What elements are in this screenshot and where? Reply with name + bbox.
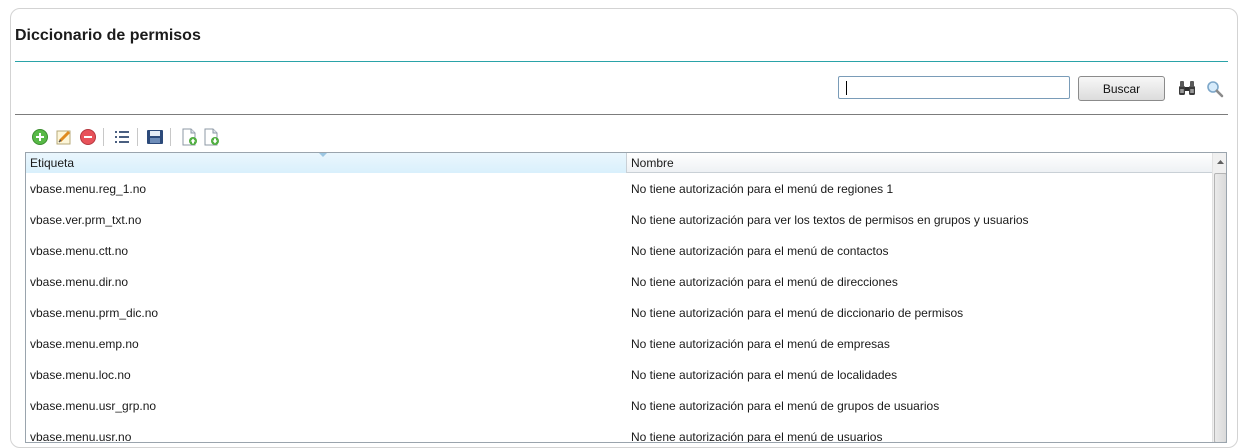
cell-nombre: No tiene autorización para el menú de re…	[631, 182, 894, 196]
cell-nombre: No tiene autorización para el menú de di…	[631, 306, 964, 320]
table-row[interactable]: vbase.menu.dir.no No tiene autorización p…	[26, 267, 1212, 298]
table-header: Etiqueta Nombre	[26, 153, 1212, 173]
table-row[interactable]: vbase.menu.ctt.no No tiene autorización p…	[26, 236, 1212, 267]
table-row[interactable]: vbase.menu.prm_dic.no No tiene autorizaci…	[26, 298, 1212, 329]
export-icon[interactable]	[202, 128, 220, 146]
cell-etiqueta: vbase.menu.emp.no	[30, 337, 139, 351]
cell-nombre: No tiene autorización para el menú de lo…	[631, 368, 898, 382]
cell-nombre: No tiene autorización para el menú de gr…	[631, 399, 940, 413]
table-row[interactable]: vbase.menu.usr_grp.no No tiene autorizaci…	[26, 391, 1212, 422]
table-row[interactable]: vbase.menu.emp.no No tiene autorización p…	[26, 329, 1212, 360]
import-icon[interactable]	[180, 128, 198, 146]
cell-etiqueta: vbase.menu.usr.no	[30, 430, 132, 443]
cell-etiqueta: vbase.menu.ctt.no	[30, 244, 129, 258]
delete-icon[interactable]	[79, 128, 97, 146]
table-body: vbase.menu.reg_1.no No tiene autorización…	[26, 174, 1212, 443]
page-title: Diccionario de permisos	[15, 27, 201, 44]
toolbar-separator	[170, 128, 171, 146]
cell-nombre: No tiene autorización para el menú de em…	[631, 337, 890, 351]
scrollbar-thumb[interactable]	[1214, 173, 1226, 442]
table-row[interactable]: vbase.menu.reg_1.no No tiene autorización…	[26, 174, 1212, 205]
cell-etiqueta: vbase.menu.prm_dic.no	[30, 306, 159, 320]
add-icon[interactable]	[31, 128, 49, 146]
toolbar-divider	[15, 114, 1228, 115]
title-divider	[15, 61, 1228, 62]
table-row[interactable]: vbase.menu.usr.no No tiene autorización p…	[26, 422, 1212, 443]
sort-indicator-icon	[319, 153, 327, 157]
vertical-scrollbar[interactable]	[1212, 153, 1227, 442]
cell-nombre: No tiene autorización para el menú de di…	[631, 275, 898, 289]
magnifier-icon[interactable]	[1206, 80, 1224, 98]
text-caret	[846, 81, 847, 95]
edit-icon[interactable]	[55, 128, 73, 146]
search-button[interactable]: Buscar	[1078, 76, 1165, 101]
cell-etiqueta: vbase.menu.dir.no	[30, 275, 129, 289]
scroll-up-icon[interactable]	[1213, 153, 1227, 171]
cell-nombre: No tiene autorización para el menú de us…	[631, 430, 883, 443]
search-input[interactable]	[838, 76, 1070, 99]
cell-etiqueta: vbase.menu.loc.no	[30, 368, 131, 382]
permissions-table: Etiqueta Nombre vbase.menu.reg_1.no No ti…	[25, 152, 1227, 443]
save-icon[interactable]	[146, 128, 164, 146]
binoculars-icon[interactable]	[1178, 80, 1196, 96]
cell-etiqueta: vbase.ver.prm_txt.no	[30, 213, 142, 227]
table-row[interactable]: vbase.menu.loc.no No tiene autorización p…	[26, 360, 1212, 391]
toolbar-separator	[103, 128, 104, 146]
cell-etiqueta: vbase.menu.reg_1.no	[30, 182, 147, 196]
cell-nombre: No tiene autorización para ver los texto…	[631, 213, 1029, 227]
cell-etiqueta: vbase.menu.usr_grp.no	[30, 399, 157, 413]
table-row[interactable]: vbase.ver.prm_txt.no No tiene autorizació…	[26, 205, 1212, 236]
list-icon[interactable]	[113, 128, 131, 146]
column-header-nombre[interactable]: Nombre	[627, 153, 1212, 173]
cell-nombre: No tiene autorización para el menú de co…	[631, 244, 889, 258]
toolbar-separator	[137, 128, 138, 146]
